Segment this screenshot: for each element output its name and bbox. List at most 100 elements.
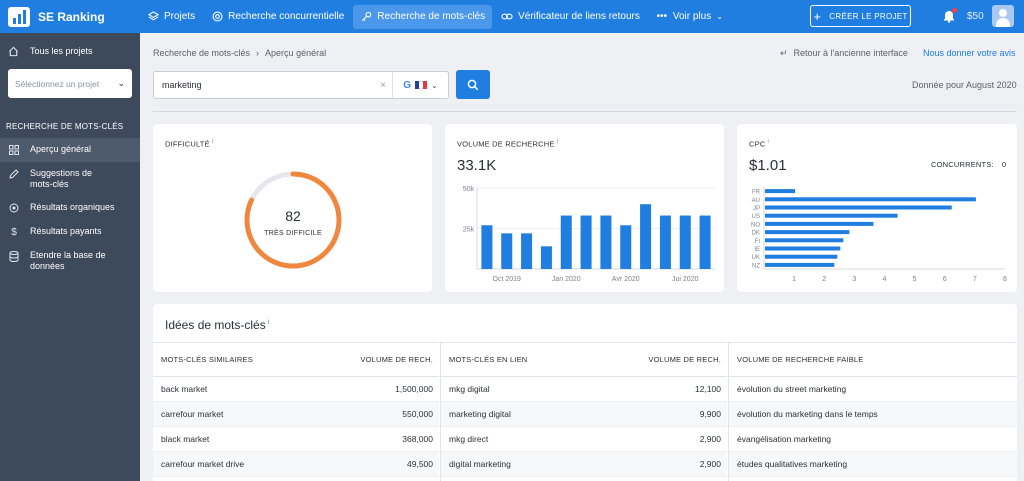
nav-projects[interactable]: Projets	[140, 5, 202, 29]
nav-competitive-research[interactable]: Recherche concurrentielle	[204, 5, 351, 29]
old-interface-link[interactable]: ↵ Retour à l'ancienne interface	[780, 48, 908, 59]
all-projects-link[interactable]: Tous les projets	[0, 33, 140, 69]
table-row[interactable]: carrefour market drive 49,500	[153, 452, 439, 477]
volume-bar	[620, 225, 632, 269]
sidebar-item-overview[interactable]: Aperçu général	[0, 138, 140, 162]
sidebar-item-suggestions[interactable]: Suggestions de mots-clés	[0, 162, 140, 196]
breadcrumb: Recherche de mots-clés › Aperçu général	[153, 48, 326, 58]
column-header[interactable]: VOLUME DE RECH.	[627, 355, 727, 364]
volume-bar	[481, 225, 493, 269]
project-select[interactable]: Sélectionnez un projet ⌄	[8, 69, 132, 98]
sidebar-item-paid[interactable]: $ Résultats payants	[0, 220, 140, 244]
top-bar: SE Ranking Projets Recherche concurrenti…	[0, 0, 1024, 33]
circle-icon	[8, 202, 20, 214]
project-select-placeholder: Sélectionnez un projet	[15, 78, 100, 89]
sidebar-item-organic[interactable]: Résultats organiques	[0, 196, 140, 220]
cpc-bar	[765, 238, 844, 243]
country-label: AU	[752, 198, 760, 204]
sidebar-item-label: Suggestions de mots-clés	[30, 168, 93, 189]
pencil-icon	[8, 168, 20, 180]
country-label: JP	[753, 206, 760, 212]
nav-backlink-checker-label: Vérificateur de liens retours	[518, 11, 640, 22]
app-name: SE Ranking	[38, 9, 105, 24]
search-volume-card: VOLUME DE RECHERCHE i 33.1K 50k 25k Oct 201…	[445, 124, 724, 292]
table-row[interactable]: études qualitatives marketing	[729, 452, 1017, 477]
link-icon	[501, 11, 513, 23]
column-header[interactable]: MOTS-CLÉS SIMILAIRES	[153, 355, 339, 364]
keyword-search-box: × G ⌄	[153, 71, 449, 99]
create-project-button[interactable]: + CRÉER LE PROJET	[810, 5, 911, 27]
sidebar-section-title: RECHERCHE DE MOTS-CLÉS	[6, 122, 124, 131]
feedback-link[interactable]: Nous donner votre avis	[923, 48, 1016, 58]
create-project-label: CRÉER LE PROJET	[829, 11, 908, 21]
sidebar-item-extend-db[interactable]: Etendre la base de données	[0, 244, 140, 278]
notifications-bell-icon[interactable]	[942, 8, 957, 23]
cpc-bar	[765, 197, 976, 202]
volume-bar	[659, 215, 671, 269]
country-label: NO	[751, 222, 760, 228]
table-row[interactable]: marketing digital 9,900	[441, 402, 727, 427]
country-label: US	[752, 214, 760, 220]
y-tick-label: 25k	[463, 227, 475, 234]
chevron-right-icon: ›	[256, 48, 260, 58]
table-row[interactable]: carrefour market 550,000	[153, 402, 439, 427]
main-content: Recherche de mots-clés › Aperçu général ↵ R…	[140, 33, 1024, 481]
x-tick-label: 4	[883, 276, 887, 283]
search-button[interactable]	[456, 70, 490, 99]
table-row[interactable]: back market 1,500,000	[153, 377, 439, 402]
table-row[interactable]: digital marketing 2,900	[441, 452, 727, 477]
key-icon	[360, 11, 372, 23]
nav-see-more[interactable]: ••• Voir plus ⌄	[649, 5, 730, 29]
target-icon	[211, 11, 223, 23]
table-row[interactable]: mkg digital 12,100	[441, 377, 727, 402]
column-header[interactable]: VOLUME DE RECHERCHE FAIBLE	[729, 355, 1017, 364]
sidebar-item-label: Etendre la base de données	[30, 250, 106, 271]
table-row[interactable]: black market 368,000	[153, 427, 439, 452]
plus-icon: +	[813, 8, 822, 24]
nav-backlink-checker[interactable]: Vérificateur de liens retours	[494, 5, 647, 29]
table-row[interactable]: mkg direct 2,900	[441, 427, 727, 452]
column-header[interactable]: MOTS-CLÉS EN LIEN	[441, 355, 627, 364]
x-tick-label: 8	[1003, 276, 1007, 283]
country-label: NZ	[752, 263, 760, 269]
country-label: DK	[752, 231, 760, 237]
cpc-card: CPC i $1.01 CONCURRENTS: 0 FR AU JP US NO DK FI I…	[737, 124, 1017, 292]
layers-icon	[147, 11, 159, 23]
country-label: FR	[752, 190, 761, 196]
cpc-bar	[765, 205, 952, 210]
table-header: MOTS-CLÉS EN LIEN VOLUME DE RECH.	[441, 343, 727, 377]
google-icon: G	[403, 79, 412, 91]
breadcrumb-current: Aperçu général	[265, 48, 327, 58]
table-header: MOTS-CLÉS SIMILAIRES VOLUME DE RECH.	[153, 343, 439, 377]
keyword-search-input[interactable]	[154, 72, 374, 98]
logo[interactable]: SE Ranking	[0, 0, 140, 33]
user-avatar[interactable]	[992, 5, 1014, 27]
table-row[interactable]: évolution du marketing dans le temps	[729, 402, 1017, 427]
volume-bar	[640, 204, 652, 269]
cpc-bar	[765, 262, 835, 267]
return-arrow-icon: ↵	[780, 48, 788, 58]
volume-bar	[600, 215, 612, 269]
home-icon	[7, 45, 19, 57]
volume-bar	[540, 246, 552, 269]
account-balance[interactable]: $50	[967, 11, 984, 22]
related-keywords-table: MOTS-CLÉS EN LIEN VOLUME DE RECH. mkg di…	[441, 342, 727, 481]
data-date: Donnée pour August 2020	[912, 80, 1017, 90]
volume-bar	[580, 215, 592, 269]
chevron-down-icon: ⌄	[716, 12, 723, 21]
search-icon	[467, 79, 479, 90]
breadcrumb-parent[interactable]: Recherche de mots-clés	[153, 48, 250, 58]
nav-keyword-research[interactable]: Recherche de mots-clés	[353, 4, 493, 29]
x-tick-label: Oct 2019	[493, 276, 522, 283]
sidebar-item-label: Résultats organiques	[30, 202, 115, 212]
column-header[interactable]: VOLUME DE RECH.	[339, 355, 439, 364]
clear-icon[interactable]: ×	[374, 80, 392, 91]
table-row[interactable]: évangélisation marketing	[729, 427, 1017, 452]
search-engine-select[interactable]: G ⌄	[392, 72, 448, 98]
difficulty-value: 82	[285, 208, 301, 224]
x-tick-label: 1	[792, 276, 796, 283]
dollar-icon: $	[11, 226, 17, 238]
table-row[interactable]: évolution du street marketing	[729, 377, 1017, 402]
volume-bar	[521, 233, 533, 269]
divider	[153, 111, 1017, 112]
